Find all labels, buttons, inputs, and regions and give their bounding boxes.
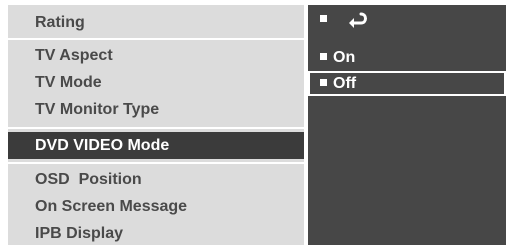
option-on[interactable]: On (308, 45, 506, 70)
menu-item-label: OSD Position (35, 171, 142, 188)
menu-item-label: On Screen Message (35, 198, 188, 215)
return-arrow-icon (345, 11, 369, 29)
bullet-icon (320, 78, 327, 86)
options-panel: On Off (308, 5, 506, 245)
menu-item-tv-aspect[interactable]: TV Aspect (8, 42, 304, 69)
bullet-icon (320, 52, 327, 60)
menu-item-osd-position[interactable]: OSD Position (8, 166, 304, 193)
option-off[interactable]: Off (308, 71, 506, 96)
option-return[interactable] (308, 7, 506, 32)
menu-item-label: DVD VIDEO Mode (35, 137, 170, 154)
option-label: On (333, 49, 356, 66)
menu-item-ipb-display[interactable]: IPB Display (8, 220, 304, 247)
menu-item-label: TV Aspect (35, 47, 113, 64)
menu-item-label: IPB Display (35, 225, 124, 242)
menu-item-on-screen-message[interactable]: On Screen Message (8, 193, 304, 220)
bullet-icon (320, 14, 327, 22)
menu-item-tv-monitor-type[interactable]: TV Monitor Type (8, 96, 304, 123)
menu-item-tv-mode[interactable]: TV Mode (8, 69, 304, 96)
menu-item-label: Rating (35, 14, 85, 31)
settings-screen: Rating TV Aspect TV Mode TV Monitor Type… (8, 0, 506, 252)
menu-item-rating[interactable]: Rating (8, 9, 304, 36)
menu-item-label: TV Monitor Type (35, 101, 160, 118)
menu-item-label: TV Mode (35, 74, 102, 91)
menu-divider (8, 162, 304, 164)
menu-divider (8, 38, 304, 40)
settings-menu: Rating TV Aspect TV Mode TV Monitor Type… (8, 5, 304, 245)
option-label: Off (333, 75, 357, 92)
menu-divider (8, 127, 304, 129)
menu-item-dvd-video-mode[interactable]: DVD VIDEO Mode (8, 132, 304, 159)
